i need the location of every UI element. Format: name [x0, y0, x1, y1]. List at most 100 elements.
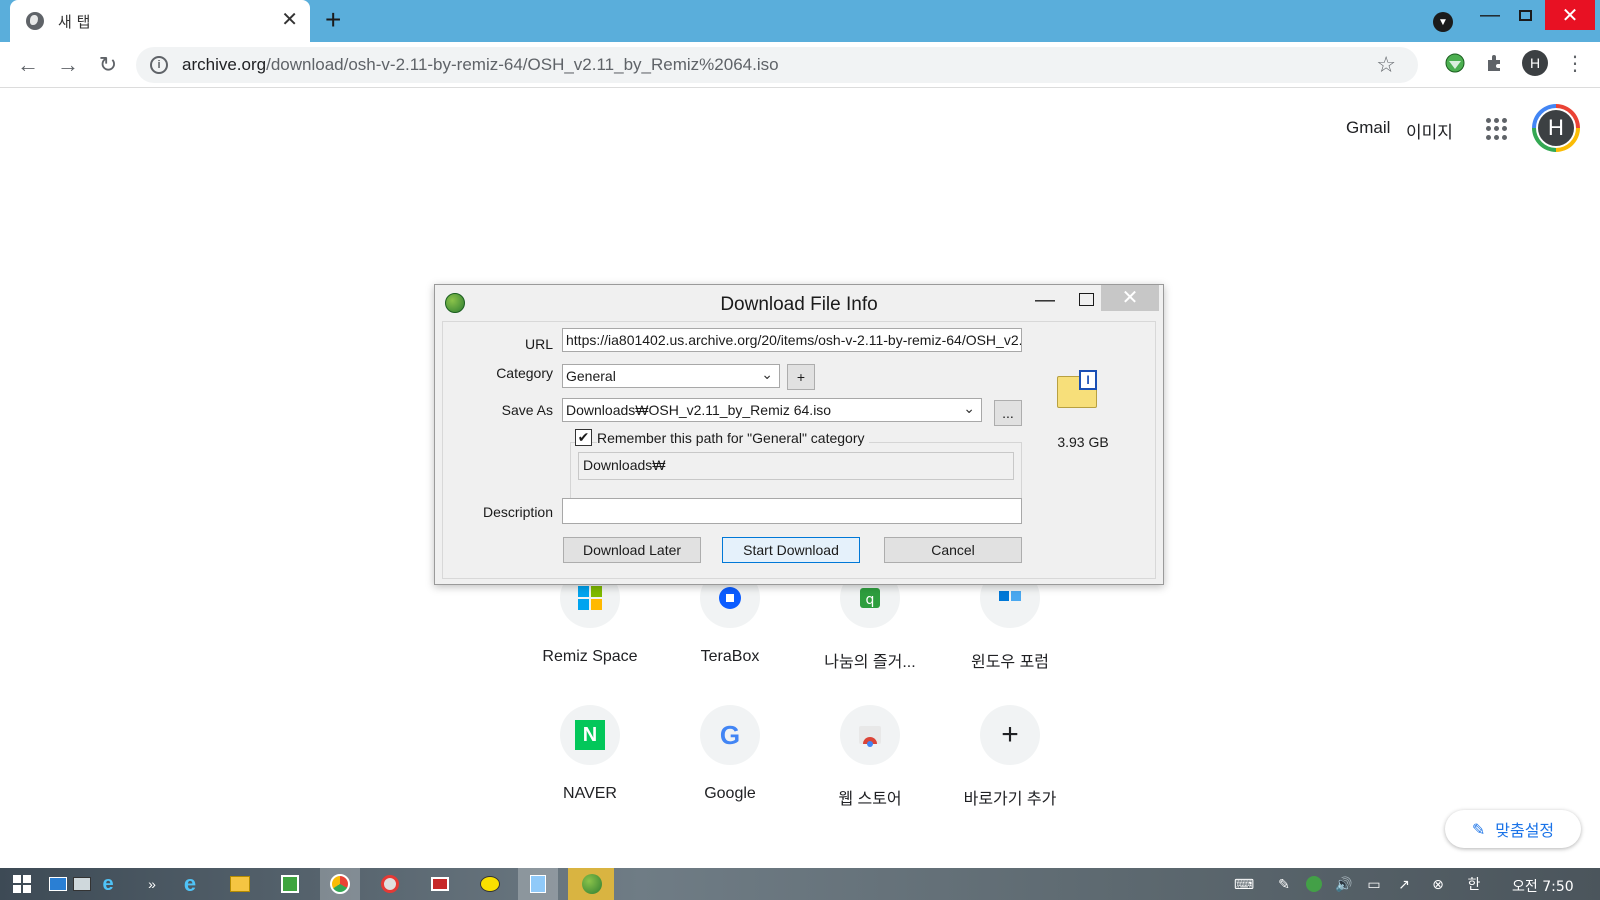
taskbar-clock[interactable]: 오전 7:50	[1512, 876, 1574, 896]
google-account-avatar[interactable]: H	[1532, 104, 1580, 152]
customize-label: 맞춤설정	[1495, 821, 1555, 840]
shortcut-google[interactable]: G Google	[660, 705, 800, 803]
account-initial: H	[1536, 108, 1576, 148]
url-host: archive.org	[182, 55, 267, 74]
start-windows-icon[interactable]	[10, 872, 34, 896]
images-link[interactable]: 이미지	[1406, 118, 1453, 143]
desktop-icon[interactable]	[46, 872, 70, 896]
svg-text:q: q	[866, 592, 875, 608]
window-close-button[interactable]: ✕	[1545, 0, 1595, 30]
window-minimize-button[interactable]: —	[1470, 0, 1510, 30]
taskbar: e » e ⌨ ✎ 🔊 ▭ ↗ ⊗ 한 오전 7:50	[0, 868, 1600, 900]
file-type-icon: I	[1057, 370, 1101, 410]
reload-button[interactable]: ↻	[94, 51, 122, 79]
idm-extension-icon[interactable]	[1442, 50, 1468, 76]
pencil-icon: ✎	[1471, 819, 1486, 839]
menu-kebab-icon[interactable]: ⋮	[1562, 50, 1588, 76]
description-label: Description	[482, 504, 553, 520]
download-file-info-dialog: Download File Info — ✕ URL https://ia801…	[434, 284, 1164, 585]
dialog-minimize-button[interactable]: —	[1035, 289, 1055, 312]
url-label: URL	[524, 336, 553, 352]
tab-new-tab[interactable]: 새 탭 ✕	[10, 0, 310, 42]
web-store-icon	[840, 705, 900, 765]
shortcut-label: Remiz Space	[542, 648, 638, 665]
store-icon[interactable]	[278, 872, 302, 896]
tab-close-button[interactable]: ✕	[281, 10, 298, 30]
chrome-icon[interactable]	[328, 872, 352, 896]
shortcut-label: TeraBox	[700, 648, 760, 665]
idm-tray-icon[interactable]	[1302, 872, 1326, 896]
shortcut-label: 웹 스토어	[838, 791, 902, 808]
internet-explorer-icon[interactable]: e	[178, 871, 202, 896]
forward-button[interactable]: →	[54, 51, 82, 79]
gmail-link[interactable]: Gmail	[1346, 118, 1390, 138]
volume-icon[interactable]: 🔊	[1332, 872, 1356, 896]
profile-button[interactable]: H	[1522, 50, 1548, 76]
dialog-close-button[interactable]: ✕	[1101, 285, 1159, 311]
notepad-icon[interactable]	[526, 872, 550, 896]
new-tab-button[interactable]: +	[325, 6, 341, 34]
ime-indicator[interactable]: 한	[1462, 872, 1486, 896]
back-button[interactable]: ←	[14, 51, 42, 79]
google-icon: G	[700, 705, 760, 765]
shortcut-naver[interactable]: N NAVER	[520, 705, 660, 803]
app-window-icon[interactable]	[428, 872, 452, 896]
dialog-titlebar[interactable]: Download File Info — ✕	[435, 285, 1163, 321]
network-icon[interactable]: ▭	[1362, 872, 1386, 896]
tab-title: 새 탭	[58, 12, 91, 31]
google-apps-icon[interactable]	[1486, 118, 1508, 140]
remember-path-checkbox[interactable]: ✔	[575, 429, 592, 446]
dialog-maximize-button[interactable]	[1079, 293, 1094, 306]
start-download-button[interactable]: Start Download	[722, 537, 860, 563]
extensions-puzzle-icon[interactable]	[1482, 50, 1508, 76]
window-restore-button[interactable]	[1505, 0, 1545, 30]
address-bar[interactable]: i archive.org/download/osh-v-2.11-by-rem…	[136, 47, 1418, 83]
add-category-button[interactable]: +	[787, 364, 815, 390]
file-explorer-icon[interactable]	[228, 872, 252, 896]
shortcut-web-store[interactable]: 웹 스토어	[800, 705, 940, 809]
globe-icon	[26, 12, 44, 30]
category-value: General	[566, 368, 616, 384]
info-badge-icon: I	[1079, 370, 1097, 390]
bookmark-star-icon[interactable]: ☆	[1376, 52, 1396, 78]
naver-glyph: N	[575, 720, 605, 750]
shortcut-add[interactable]: + 바로가기 추가	[940, 705, 1080, 809]
add-glyph: +	[1001, 718, 1019, 751]
cancel-button[interactable]: Cancel	[884, 537, 1022, 563]
notifications-off-icon[interactable]: ⊗	[1426, 872, 1450, 896]
shield-tray-icon[interactable]: ↗	[1392, 872, 1416, 896]
ie-quicklaunch-icon[interactable]: e	[96, 872, 120, 896]
task-view-icon[interactable]	[70, 872, 94, 896]
address-url: archive.org/download/osh-v-2.11-by-remiz…	[182, 55, 779, 75]
kakaotalk-icon[interactable]	[478, 872, 502, 896]
file-size: 3.93 GB	[1057, 434, 1109, 450]
url-field[interactable]: https://ia801402.us.archive.org/20/items…	[562, 328, 1022, 352]
download-later-button[interactable]: Download Later	[563, 537, 701, 563]
customize-button[interactable]: ✎ 맞춤설정	[1445, 810, 1581, 848]
saveas-select[interactable]: Downloads₩OSH_v2.11_by_Remiz 64.iso ⌄	[562, 398, 982, 422]
dialog-body: URL https://ia801402.us.archive.org/20/i…	[442, 321, 1156, 579]
add-shortcut-icon: +	[980, 705, 1040, 765]
overflow-chevron-icon[interactable]: »	[140, 872, 164, 896]
tools-tray-icon[interactable]: ✎	[1272, 872, 1296, 896]
chevron-down-icon: ⌄	[963, 400, 975, 416]
saveas-label: Save As	[501, 402, 553, 418]
idm-taskbar-icon[interactable]	[580, 872, 604, 896]
remember-path-label: Remember this path for "General" categor…	[597, 430, 869, 446]
chevron-down-icon: ⌄	[761, 366, 773, 382]
browser-toolbar: ← → ↻ i archive.org/download/osh-v-2.11-…	[0, 42, 1600, 88]
remember-path-value: Downloads₩	[578, 452, 1014, 480]
paint-icon[interactable]	[378, 872, 402, 896]
keyboard-icon[interactable]: ⌨	[1232, 872, 1256, 896]
google-glyph: G	[719, 719, 741, 750]
profile-avatar: H	[1522, 50, 1548, 76]
restore-icon	[1518, 9, 1532, 21]
category-select[interactable]: General ⌄	[562, 364, 780, 388]
naver-icon: N	[560, 705, 620, 765]
site-info-icon[interactable]: i	[150, 56, 168, 74]
description-field[interactable]	[562, 498, 1022, 524]
browse-button[interactable]: ...	[994, 400, 1022, 426]
shortcut-label: 윈도우 포럼	[970, 654, 1050, 671]
tab-search-icon[interactable]: ▼	[1433, 12, 1453, 32]
shortcut-label: 바로가기 추가	[963, 791, 1057, 808]
